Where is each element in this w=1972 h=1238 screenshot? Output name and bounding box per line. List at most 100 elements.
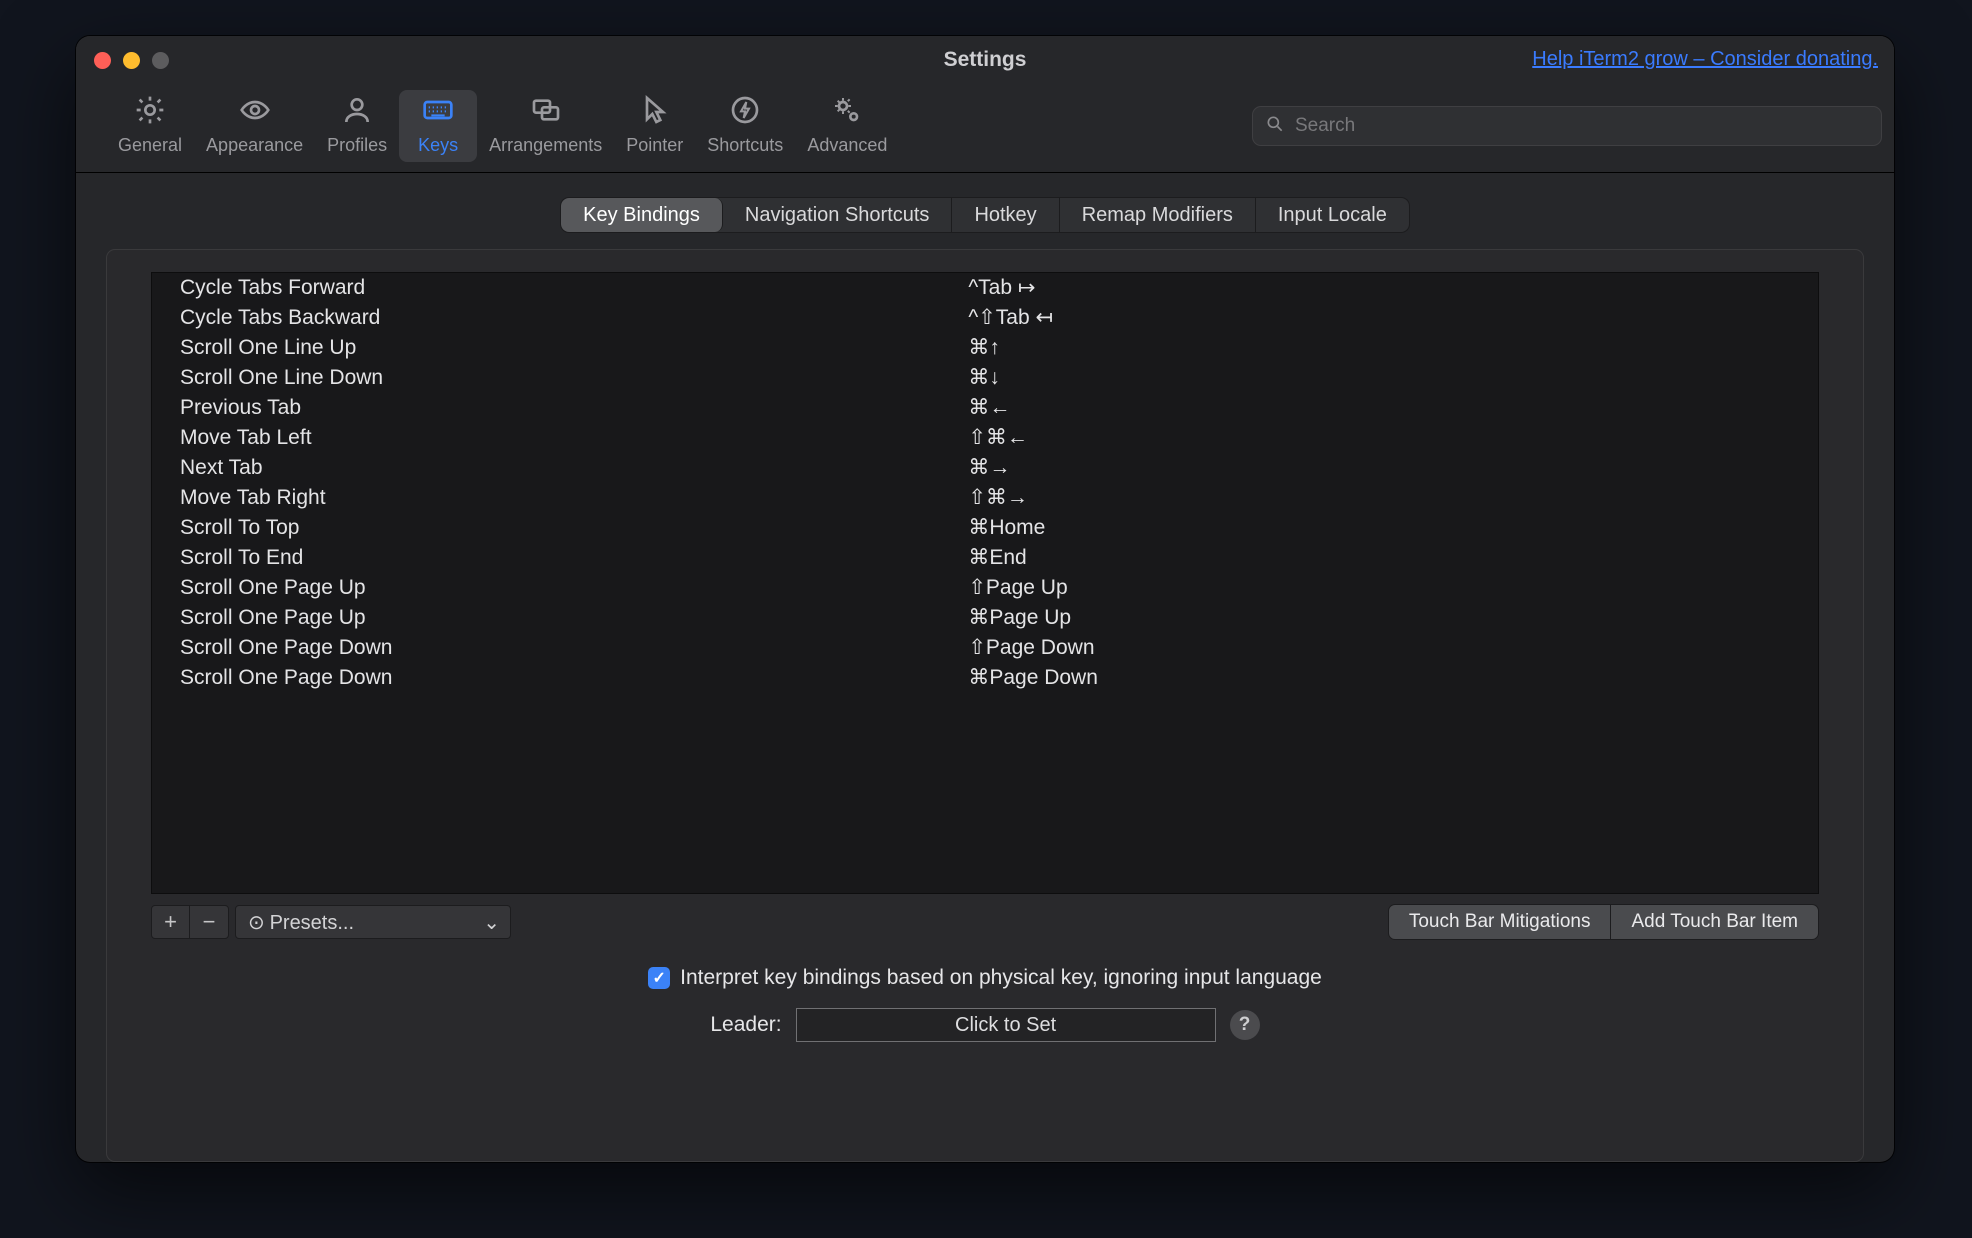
subtab-hotkey[interactable]: Hotkey <box>952 198 1059 232</box>
subtab-navigation-shortcuts[interactable]: Navigation Shortcuts <box>723 198 953 232</box>
keyboard-icon <box>422 94 454 131</box>
table-controls-row: + − ⊙ Presets... ⌄ Touch Bar Mitigations… <box>151 904 1819 940</box>
leader-label: Leader: <box>710 1013 781 1037</box>
tab-pointer[interactable]: Pointer <box>614 90 695 162</box>
key-binding-row[interactable]: Scroll One Line Down⌘↓ <box>152 363 1818 393</box>
key-binding-action: Scroll One Page Up <box>152 603 968 633</box>
tab-label: Appearance <box>206 135 303 156</box>
key-binding-action: Cycle Tabs Backward <box>152 303 968 333</box>
key-binding-action: Scroll One Page Down <box>152 663 968 693</box>
key-binding-shortcut: ⌘↑ <box>968 333 1818 363</box>
segmented-control: Key Bindings Navigation Shortcuts Hotkey… <box>560 197 1410 233</box>
tab-appearance[interactable]: Appearance <box>194 90 315 162</box>
key-binding-row[interactable]: Scroll To End⌘End <box>152 543 1818 573</box>
key-binding-shortcut: ⇧⌘→ <box>968 483 1818 513</box>
key-binding-shortcut: ⇧⌘← <box>968 423 1818 453</box>
tab-label: General <box>118 135 182 156</box>
key-binding-action: Scroll To Top <box>152 513 968 543</box>
tab-label: Shortcuts <box>707 135 783 156</box>
key-binding-shortcut: ^⇧Tab ↤ <box>968 303 1818 333</box>
key-binding-row[interactable]: Scroll One Page Up⌘Page Up <box>152 603 1818 633</box>
key-binding-shortcut: ⌘↓ <box>968 363 1818 393</box>
key-binding-row[interactable]: Scroll One Page Down⇧Page Down <box>152 633 1818 663</box>
key-bindings-panel: Cycle Tabs Forward^Tab ↦Cycle Tabs Backw… <box>106 249 1864 1162</box>
key-bindings-table-container[interactable]: Cycle Tabs Forward^Tab ↦Cycle Tabs Backw… <box>151 272 1819 894</box>
key-binding-shortcut: ^Tab ↦ <box>968 273 1818 303</box>
touch-bar-mitigations-button[interactable]: Touch Bar Mitigations <box>1389 905 1612 939</box>
leader-help-button[interactable]: ? <box>1230 1010 1260 1040</box>
key-binding-row[interactable]: Previous Tab⌘← <box>152 393 1818 423</box>
chevron-down-icon: ⌄ <box>483 910 500 935</box>
key-binding-action: Scroll One Line Down <box>152 363 968 393</box>
bolt-icon <box>729 94 761 131</box>
key-binding-row[interactable]: Cycle Tabs Backward^⇧Tab ↤ <box>152 303 1818 333</box>
key-binding-action: Scroll One Line Up <box>152 333 968 363</box>
tab-general[interactable]: General <box>106 90 194 162</box>
search-field[interactable] <box>1252 106 1882 146</box>
settings-window: Settings Help iTerm2 grow – Consider don… <box>76 36 1894 1162</box>
cursor-icon <box>639 94 671 131</box>
touchbar-buttons: Touch Bar Mitigations Add Touch Bar Item <box>1388 904 1819 940</box>
key-binding-row[interactable]: Scroll One Page Up⇧Page Up <box>152 573 1818 603</box>
key-binding-row[interactable]: Cycle Tabs Forward^Tab ↦ <box>152 273 1818 303</box>
key-binding-shortcut: ⌘Home <box>968 513 1818 543</box>
gear-icon <box>134 94 166 131</box>
key-bindings-table: Cycle Tabs Forward^Tab ↦Cycle Tabs Backw… <box>152 273 1818 693</box>
key-binding-shortcut: ⇧Page Down <box>968 633 1818 663</box>
key-binding-row[interactable]: Next Tab⌘→ <box>152 453 1818 483</box>
key-binding-action: Cycle Tabs Forward <box>152 273 968 303</box>
key-binding-shortcut: ⌘Page Down <box>968 663 1818 693</box>
interpret-physical-key-checkbox[interactable] <box>648 967 670 989</box>
person-icon <box>341 94 373 131</box>
search-input[interactable] <box>1293 114 1869 138</box>
key-binding-action: Previous Tab <box>152 393 968 423</box>
key-binding-shortcut: ⌘Page Up <box>968 603 1818 633</box>
leader-row: Leader: Click to Set ? <box>107 1008 1863 1042</box>
tab-arrangements[interactable]: Arrangements <box>477 90 614 162</box>
tab-keys[interactable]: Keys <box>399 90 477 162</box>
preferences-toolbar: General Appearance Profiles Keys Arrange <box>76 84 1894 173</box>
presets-dropdown[interactable]: ⊙ Presets... ⌄ <box>235 905 511 939</box>
add-remove-group: + − <box>151 905 229 939</box>
tab-profiles[interactable]: Profiles <box>315 90 399 162</box>
subtab-bar: Key Bindings Navigation Shortcuts Hotkey… <box>76 173 1894 239</box>
tab-label: Advanced <box>807 135 887 156</box>
key-binding-row[interactable]: Move Tab Right⇧⌘→ <box>152 483 1818 513</box>
gears-icon <box>831 94 863 131</box>
subtab-remap-modifiers[interactable]: Remap Modifiers <box>1060 198 1256 232</box>
tab-advanced[interactable]: Advanced <box>795 90 899 162</box>
search-icon <box>1265 114 1285 139</box>
tab-label: Pointer <box>626 135 683 156</box>
tab-label: Arrangements <box>489 135 602 156</box>
key-binding-shortcut: ⌘End <box>968 543 1818 573</box>
presets-label: Presets... <box>270 912 354 934</box>
key-binding-row[interactable]: Scroll One Line Up⌘↑ <box>152 333 1818 363</box>
key-binding-row[interactable]: Scroll One Page Down⌘Page Down <box>152 663 1818 693</box>
leader-field[interactable]: Click to Set <box>796 1008 1216 1042</box>
tab-shortcuts[interactable]: Shortcuts <box>695 90 795 162</box>
key-binding-action: Move Tab Right <box>152 483 968 513</box>
subtab-input-locale[interactable]: Input Locale <box>1256 198 1409 232</box>
key-binding-shortcut: ⇧Page Up <box>968 573 1818 603</box>
subtab-key-bindings[interactable]: Key Bindings <box>561 198 723 232</box>
interpret-physical-key-label: Interpret key bindings based on physical… <box>680 966 1322 990</box>
add-touch-bar-item-button[interactable]: Add Touch Bar Item <box>1611 905 1818 939</box>
windows-icon <box>530 94 562 131</box>
key-binding-action: Scroll One Page Up <box>152 573 968 603</box>
key-binding-action: Scroll To End <box>152 543 968 573</box>
add-binding-button[interactable]: + <box>152 906 190 938</box>
key-binding-row[interactable]: Move Tab Left⇧⌘← <box>152 423 1818 453</box>
key-binding-shortcut: ⌘← <box>968 393 1818 423</box>
donate-link[interactable]: Help iTerm2 grow – Consider donating. <box>1532 48 1878 71</box>
tab-label: Profiles <box>327 135 387 156</box>
key-binding-row[interactable]: Scroll To Top⌘Home <box>152 513 1818 543</box>
tab-label: Keys <box>418 135 458 156</box>
titlebar: Settings Help iTerm2 grow – Consider don… <box>76 36 1894 84</box>
key-binding-action: Scroll One Page Down <box>152 633 968 663</box>
key-binding-action: Next Tab <box>152 453 968 483</box>
interpret-physical-key-row: Interpret key bindings based on physical… <box>107 966 1863 990</box>
key-binding-action: Move Tab Left <box>152 423 968 453</box>
menu-icon: ⊙ <box>248 910 264 935</box>
key-binding-shortcut: ⌘→ <box>968 453 1818 483</box>
remove-binding-button[interactable]: − <box>190 906 228 938</box>
